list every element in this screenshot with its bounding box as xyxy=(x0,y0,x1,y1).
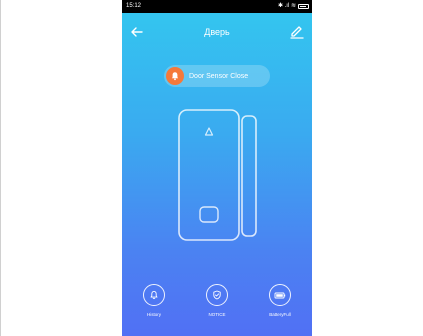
battery-label: BatteryFull xyxy=(269,312,291,317)
window-edge xyxy=(0,0,1,336)
status-alert-badge xyxy=(166,67,184,85)
bell-icon xyxy=(150,290,158,299)
sensor-status-pill: Door Sensor Close xyxy=(164,65,270,87)
history-icon-circle xyxy=(143,284,165,306)
status-bar: 15:12 ✱ .ıl ≋ xyxy=(122,0,312,13)
status-icons: ✱ .ıl ≋ xyxy=(278,0,309,13)
battery-status-icon xyxy=(298,4,309,9)
phone-screen: 15:12 ✱ .ıl ≋ Дверь Door Sensor Close Hi… xyxy=(122,0,312,336)
sensor-status-text: Door Sensor Close xyxy=(189,72,249,80)
battery-icon-circle xyxy=(269,284,291,306)
pencil-icon xyxy=(290,26,304,39)
battery-button[interactable]: BatteryFull xyxy=(255,284,305,324)
shield-icon xyxy=(213,290,221,300)
history-button[interactable]: History xyxy=(129,284,179,324)
bell-icon xyxy=(171,72,179,81)
bottom-actions: History NOTICE BatteryFull xyxy=(122,284,312,324)
history-label: History xyxy=(146,312,161,317)
signal-icons: ✱ .ıl ≋ xyxy=(277,3,296,9)
notice-icon-circle xyxy=(206,284,228,306)
notice-button[interactable]: NOTICE xyxy=(192,284,242,324)
top-bar: Дверь xyxy=(122,13,312,51)
page: 15:12 ✱ .ıl ≋ Дверь Door Sensor Close Hi… xyxy=(0,0,423,336)
battery-icon xyxy=(274,292,286,299)
door-sensor-illustration xyxy=(178,109,257,241)
status-time: 15:12 xyxy=(126,3,142,9)
page-title: Дверь xyxy=(204,27,230,37)
edit-button[interactable] xyxy=(288,24,306,40)
notice-label: NOTICE xyxy=(208,312,226,317)
